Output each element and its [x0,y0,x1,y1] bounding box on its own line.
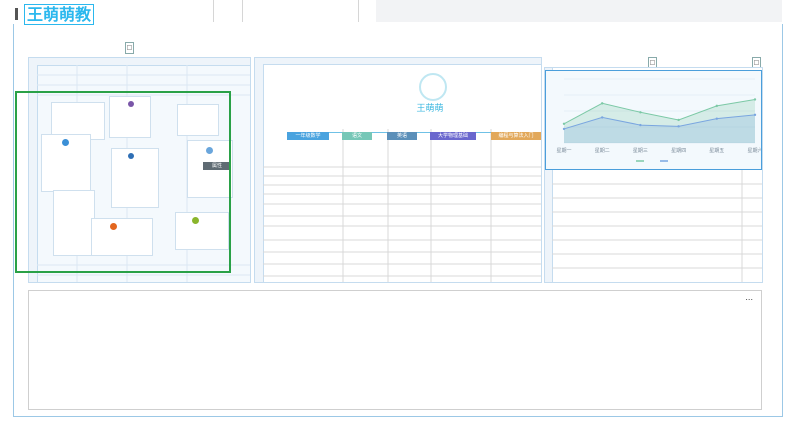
right-sheet[interactable]: 星期一 星期二 星期三 星期四 星期五 星期六 [544,67,763,283]
resize-handle[interactable]: □ [125,42,134,54]
data-point [677,118,680,122]
chart-svg: 星期一 星期二 星期三 星期四 星期五 星期六 [556,78,762,162]
course-button[interactable]: 一年级数学 [287,132,329,140]
data-point [715,117,718,120]
data-point [562,122,566,125]
tick-label: 星期二 [595,148,610,154]
course-button[interactable]: 编程与算法入门 [491,132,541,140]
more-icon[interactable]: ... [745,293,753,302]
drag-grip-icon[interactable] [15,8,18,20]
toolbar-separator [242,0,243,22]
area-chart[interactable]: 星期一 星期二 星期三 星期四 星期五 星期六 [545,70,762,170]
toolbar-separator [358,0,359,22]
data-point [753,98,757,101]
course-button[interactable]: 大学物理基础 [430,132,476,140]
right-grid [552,170,762,282]
button-row: 一年级数学 语文 英语 大学物理基础 编程与算法入门 [287,132,541,142]
page-title[interactable]: 王萌萌教 [24,4,95,25]
data-point [562,127,566,131]
toolbar-separator [213,0,214,22]
tick-label: 星期一 [556,148,571,154]
tick-label: 星期三 [633,148,648,154]
data-point [639,123,642,127]
course-button[interactable]: 英语 [387,132,417,140]
data-point [677,125,680,128]
middle-sheet[interactable]: 王萌萌 一年级数学 语文 英语 大学物理基础 编程与算法入门 [254,57,542,283]
data-point [753,113,757,117]
avatar-icon [419,73,447,101]
data-point [601,116,604,119]
tick-label: 星期六 [747,147,761,154]
toolbar-gray-area [376,0,782,22]
data-point [639,111,642,114]
selection-box[interactable] [15,91,231,273]
data-point [715,104,718,108]
tick-label: 星期五 [709,148,724,154]
data-point [601,102,604,105]
tick-label: 星期四 [671,148,686,154]
course-button[interactable]: 语文 [342,132,372,140]
middle-grid [263,129,541,282]
sheet-heading: 王萌萌 [416,104,444,114]
bottom-panel[interactable]: ... [28,290,762,410]
